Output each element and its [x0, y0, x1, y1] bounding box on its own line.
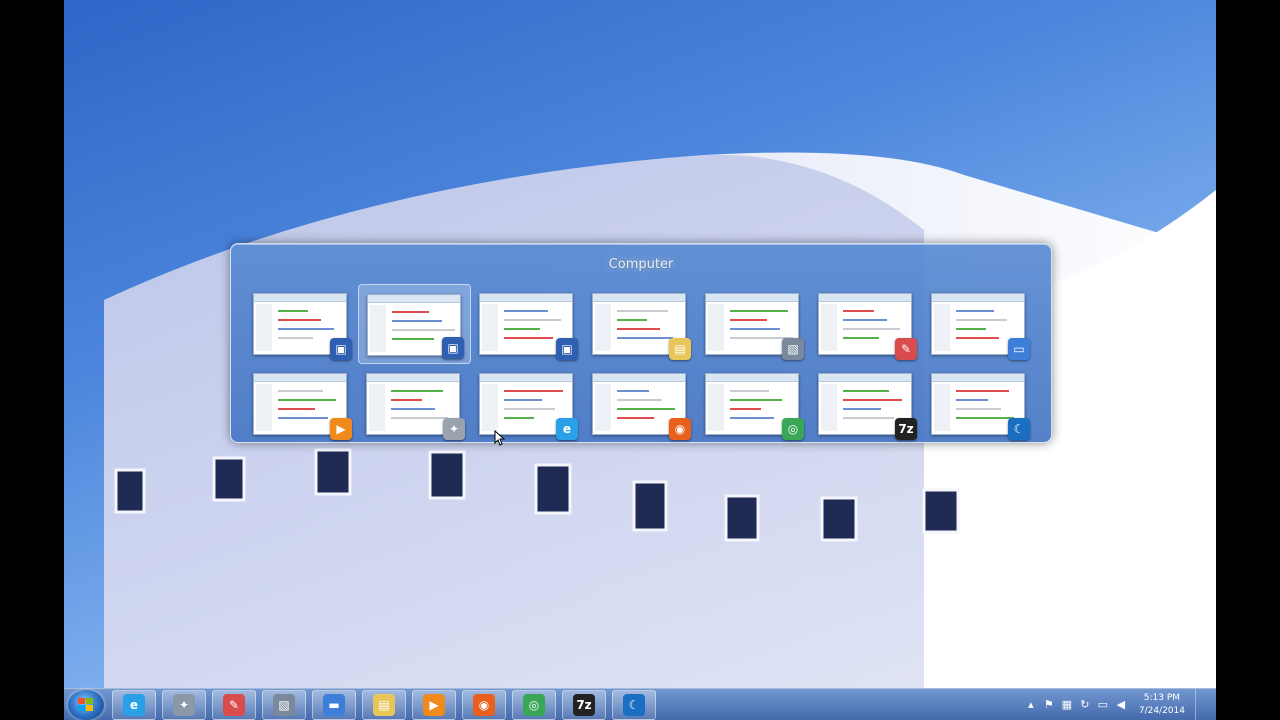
- paint-icon: ✎: [895, 338, 917, 360]
- switcher-item-virtualbox[interactable]: ▧: [697, 284, 810, 364]
- taskbar-button-remote-desktop[interactable]: ▬: [312, 690, 356, 720]
- switcher-item-explorer[interactable]: ▤: [584, 284, 697, 364]
- taskbar-button-chrome[interactable]: ◎: [512, 690, 556, 720]
- taskbar-button-paint[interactable]: ✎: [212, 690, 256, 720]
- firefox-icon: ◉: [669, 418, 691, 440]
- sync-icon[interactable]: ↻: [1079, 699, 1091, 711]
- taskbar-button-internet-explorer[interactable]: e: [112, 690, 156, 720]
- virtualbox-icon: ▧: [273, 694, 295, 716]
- thumbnail-grid: ▣ ▣ ▣ ▤ ▧ ✎ ▭ ▶ ✦ e ◉ ◎ 7z ☾: [245, 284, 1037, 444]
- internet-explorer-icon: e: [556, 418, 578, 440]
- 7zip-icon: 7z: [573, 694, 595, 716]
- chrome-icon: ◎: [523, 694, 545, 716]
- switcher-item-explorer[interactable]: ▣: [471, 284, 584, 364]
- clock-date: 7/24/2014: [1138, 706, 1185, 716]
- taskbar-button-explorer[interactable]: ▤: [362, 690, 406, 720]
- switcher-item-mirrorop[interactable]: ☾: [923, 364, 1036, 444]
- switcher-item-paint[interactable]: ✎: [810, 284, 923, 364]
- firefox-icon: ◉: [473, 694, 495, 716]
- tools-icon: ✦: [173, 694, 195, 716]
- media-player-icon: ▶: [423, 694, 445, 716]
- mouse-cursor-icon: [494, 430, 506, 446]
- show-desktop-button[interactable]: [1195, 689, 1208, 720]
- folder-icon: ▤: [373, 694, 395, 716]
- media-player-icon: ▶: [330, 418, 352, 440]
- switcher-item-firefox[interactable]: ◉: [584, 364, 697, 444]
- tools-icon: ✦: [443, 418, 465, 440]
- windows-logo-icon: [78, 698, 94, 712]
- taskbar: e ✦ ✎ ▧ ▬ ▤ ▶ ◉ ◎ 7z ☾ ▴ ⚑ ▦ ↻ ▭ ◀ 5:13 PM 7/24/20…: [64, 688, 1216, 720]
- 7zip-icon: 7z: [895, 418, 917, 440]
- taskbar-button-media-player[interactable]: ▶: [412, 690, 456, 720]
- taskbar-button-mirrorop[interactable]: ☾: [612, 690, 656, 720]
- switcher-item-media-player[interactable]: ▶: [245, 364, 358, 444]
- folder-icon: ▤: [669, 338, 691, 360]
- show-hidden-icons-icon[interactable]: ▴: [1025, 699, 1037, 711]
- alt-tab-switcher: Computer ▣ ▣ ▣ ▤ ▧ ✎ ▭ ▶ ✦ e ◉ ◎ 7z ☾: [230, 243, 1052, 443]
- switcher-item-7zip[interactable]: 7z: [810, 364, 923, 444]
- desktop-icon: ▭: [1008, 338, 1030, 360]
- paint-icon: ✎: [223, 694, 245, 716]
- monitor-icon: ▬: [323, 694, 345, 716]
- switcher-item-explorer[interactable]: ▣: [358, 284, 471, 364]
- action-center-icon[interactable]: ⚑: [1043, 699, 1055, 711]
- switcher-item-settings[interactable]: ✦: [358, 364, 471, 444]
- desktop-screen: Computer ▣ ▣ ▣ ▤ ▧ ✎ ▭ ▶ ✦ e ◉ ◎ 7z ☾ e ✦ ✎ ▧ ▬ ▤ ▶ ◉ ◎ 7z ☾ ▴ …: [64, 0, 1216, 720]
- internet-explorer-icon: e: [123, 694, 145, 716]
- switcher-item-chrome[interactable]: ◎: [697, 364, 810, 444]
- computer-icon: ▣: [556, 338, 578, 360]
- display-icon[interactable]: ▭: [1097, 699, 1109, 711]
- switcher-item-desktop[interactable]: ▭: [923, 284, 1036, 364]
- computer-icon: ▣: [330, 338, 352, 360]
- volume-icon[interactable]: ◀: [1115, 699, 1127, 711]
- switcher-title: Computer: [608, 257, 674, 272]
- start-button[interactable]: [68, 690, 104, 720]
- clock-time: 5:13 PM: [1143, 693, 1181, 703]
- switcher-item-explorer[interactable]: ▣: [245, 284, 358, 364]
- chrome-icon: ◎: [782, 418, 804, 440]
- switcher-item-internet-explorer[interactable]: e: [471, 364, 584, 444]
- crescent-icon: ☾: [623, 694, 645, 716]
- taskbar-button-control-tool[interactable]: ✦: [162, 690, 206, 720]
- crescent-icon: ☾: [1008, 418, 1030, 440]
- taskbar-button-virtualbox[interactable]: ▧: [262, 690, 306, 720]
- clock[interactable]: 5:13 PM 7/24/2014: [1139, 692, 1185, 718]
- taskbar-button-firefox[interactable]: ◉: [462, 690, 506, 720]
- network-icon[interactable]: ▦: [1061, 699, 1073, 711]
- taskbar-button-7zip[interactable]: 7z: [562, 690, 606, 720]
- computer-icon: ▣: [442, 337, 464, 359]
- virtualbox-icon: ▧: [782, 338, 804, 360]
- system-tray: ▴ ⚑ ▦ ↻ ▭ ◀ 5:13 PM 7/24/2014: [1025, 689, 1208, 720]
